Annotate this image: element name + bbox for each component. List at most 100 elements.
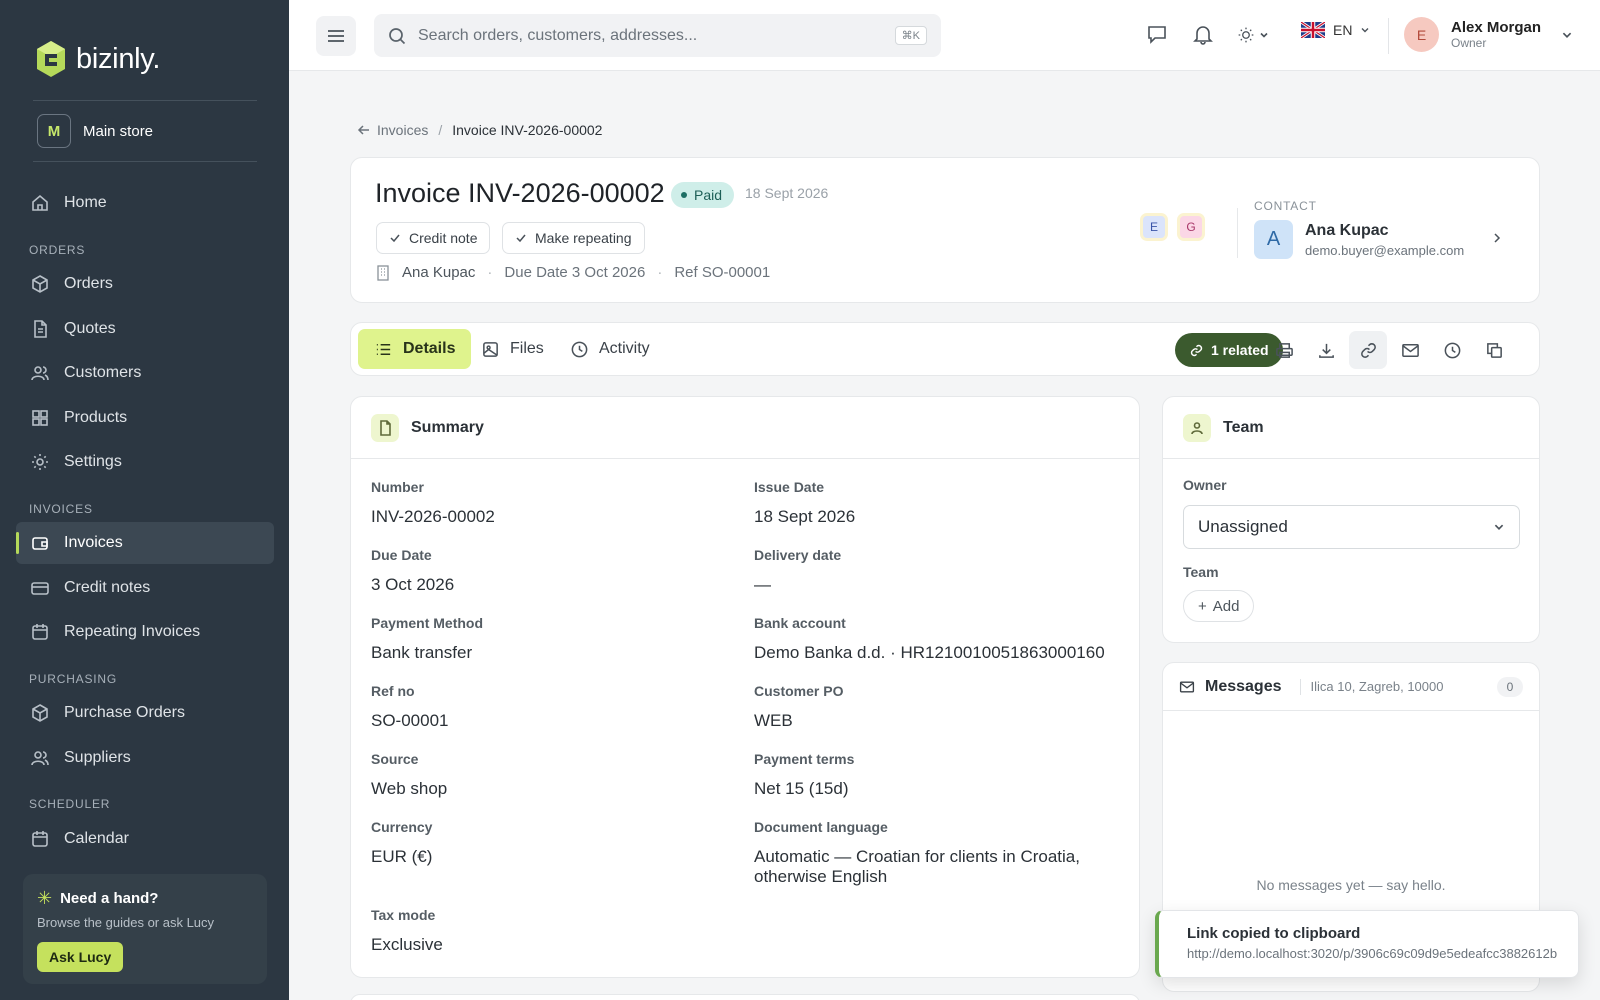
assignee-avatar[interactable]: G [1177,213,1205,241]
search-bar[interactable]: ⌘K [374,14,941,57]
download-icon [1318,343,1334,358]
copy-link-button[interactable] [1349,331,1387,369]
meta-customer[interactable]: Ana Kupac [402,264,475,281]
ask-lucy-button[interactable]: Ask Lucy [37,942,124,972]
brand-logo[interactable]: bizinly. [36,40,160,78]
store-switcher[interactable]: M Main store [37,114,153,148]
sidebar-item-label: Orders [64,275,113,292]
team-header: Team [1163,397,1539,459]
sidebar-item-calendar[interactable]: Calendar [16,818,274,860]
breadcrumb: Invoices / Invoice INV-2026-00002 [357,122,602,138]
email-button[interactable] [1391,331,1429,369]
sidebar-item-label: Customers [64,364,142,381]
sidebar-item-credit-notes[interactable]: Credit notes [16,567,274,609]
field-label: Source [371,751,419,767]
sidebar-item-settings[interactable]: Settings [16,441,274,483]
button-label: Add [1212,597,1240,615]
tab-files[interactable]: Files [465,329,560,369]
field-bank-account: Bank account Demo Banka d.d. · HR1210010… [754,615,1134,663]
toast-notification[interactable]: Link copied to clipboard http://demo.loc… [1155,910,1579,978]
chevron-right-icon[interactable] [1491,232,1503,244]
team-card: Team Owner Unassigned Team + Add [1162,396,1540,643]
print-button[interactable] [1265,331,1303,369]
meta-separator: · [657,264,663,281]
invoice-header-card: Invoice INV-2026-00002 Paid 18 Sept 2026… [350,157,1540,303]
user-role: Owner [1451,36,1487,50]
chevron-down-icon [1361,28,1369,33]
field-label: Payment terms [754,751,855,767]
make-repeating-button[interactable]: Make repeating [502,222,645,254]
contact-avatar: A [1254,220,1293,259]
field-value: Bank transfer [371,643,473,662]
language-switcher[interactable]: EN [1301,22,1370,38]
divider [1237,208,1238,258]
sidebar-item-label: Credit notes [64,579,151,596]
contact-label: CONTACT [1254,199,1317,213]
sidebar-section-purchasing: PURCHASING [29,672,118,686]
chat-icon [1148,26,1166,44]
sidebar-item-label: Calendar [64,830,129,847]
owner-value: Unassigned [1198,517,1288,536]
add-team-member-button[interactable]: + Add [1183,590,1255,622]
grid-icon [32,410,48,426]
field-label: Ref no [371,683,415,699]
sidebar-item-products[interactable]: Products [16,397,274,439]
brand-logo-icon [37,41,65,77]
chevron-down-icon [1494,524,1504,530]
owner-select[interactable]: Unassigned [1183,505,1520,549]
duplicate-button[interactable] [1475,331,1513,369]
assignee-avatar[interactable]: E [1140,213,1168,241]
user-menu[interactable]: E Alex Morgan Owner [1404,17,1573,52]
field-number: Number INV-2026-00002 [371,479,731,527]
brand-name: bizinly. [76,42,161,75]
sidebar-item-repeating-invoices[interactable]: Repeating Invoices [16,611,274,653]
breadcrumb-back-link[interactable]: Invoices [357,122,428,138]
menu-button[interactable] [316,16,356,56]
next-card [350,994,1140,1000]
theme-toggle[interactable] [1237,23,1279,47]
sidebar-section-invoices: INVOICES [29,502,93,516]
messages-count-badge: 0 [1497,676,1523,697]
field-source: Source Web shop [371,751,731,799]
sidebar-item-label: Products [64,409,128,426]
field-label: Payment Method [371,615,484,631]
team-title: Team [1223,418,1264,436]
contact-email: demo.buyer@example.com [1305,243,1465,258]
contact-name[interactable]: Ana Kupac [1305,222,1389,240]
field-value: — [754,575,771,594]
sidebar-item-suppliers[interactable]: Suppliers [16,737,274,779]
sidebar-item-invoices[interactable]: Invoices [16,522,274,564]
divider [33,161,257,162]
sidebar-item-orders[interactable]: Orders [16,263,274,305]
field-value: EUR (€) [371,847,433,866]
sidebar-item-customers[interactable]: Customers [16,352,274,394]
copy-icon [1486,342,1502,358]
invoice-meta: Ana Kupac · Due Date 3 Oct 2026 · Ref SO… [376,264,770,281]
field-label: Delivery date [754,547,842,563]
meta-due-date: Due Date 3 Oct 2026 [504,264,646,281]
help-panel: ✳ Need a hand? Browse the guides or ask … [23,874,267,984]
page-title: Invoice INV-2026-00002 [375,178,665,208]
summary-header: Summary [351,397,1139,459]
field-label: Tax mode [371,907,436,923]
download-button[interactable] [1307,331,1345,369]
credit-note-button[interactable]: Credit note [376,222,491,254]
tab-details[interactable]: Details [358,329,472,369]
history-button[interactable] [1433,331,1471,369]
calendar-icon [32,831,48,847]
tab-activity[interactable]: Activity [554,329,666,369]
link-icon [1190,344,1203,356]
sidebar-item-label: Suppliers [64,749,131,766]
breadcrumb-parent: Invoices [377,122,429,138]
wallet-icon [32,537,48,550]
chat-button[interactable] [1146,23,1170,47]
search-input[interactable] [418,26,883,45]
sidebar-item-home[interactable]: Home [16,182,274,224]
help-subtitle: Browse the guides or ask Lucy [37,915,215,930]
chevron-down-icon [1260,32,1268,38]
sidebar-item-purchase-orders[interactable]: Purchase Orders [16,692,274,734]
user-icon [1183,413,1211,442]
notifications-button[interactable] [1192,23,1216,47]
topbar: ⌘K EN E Alex Morgan Owner [289,0,1600,71]
sidebar-item-quotes[interactable]: Quotes [16,308,274,350]
